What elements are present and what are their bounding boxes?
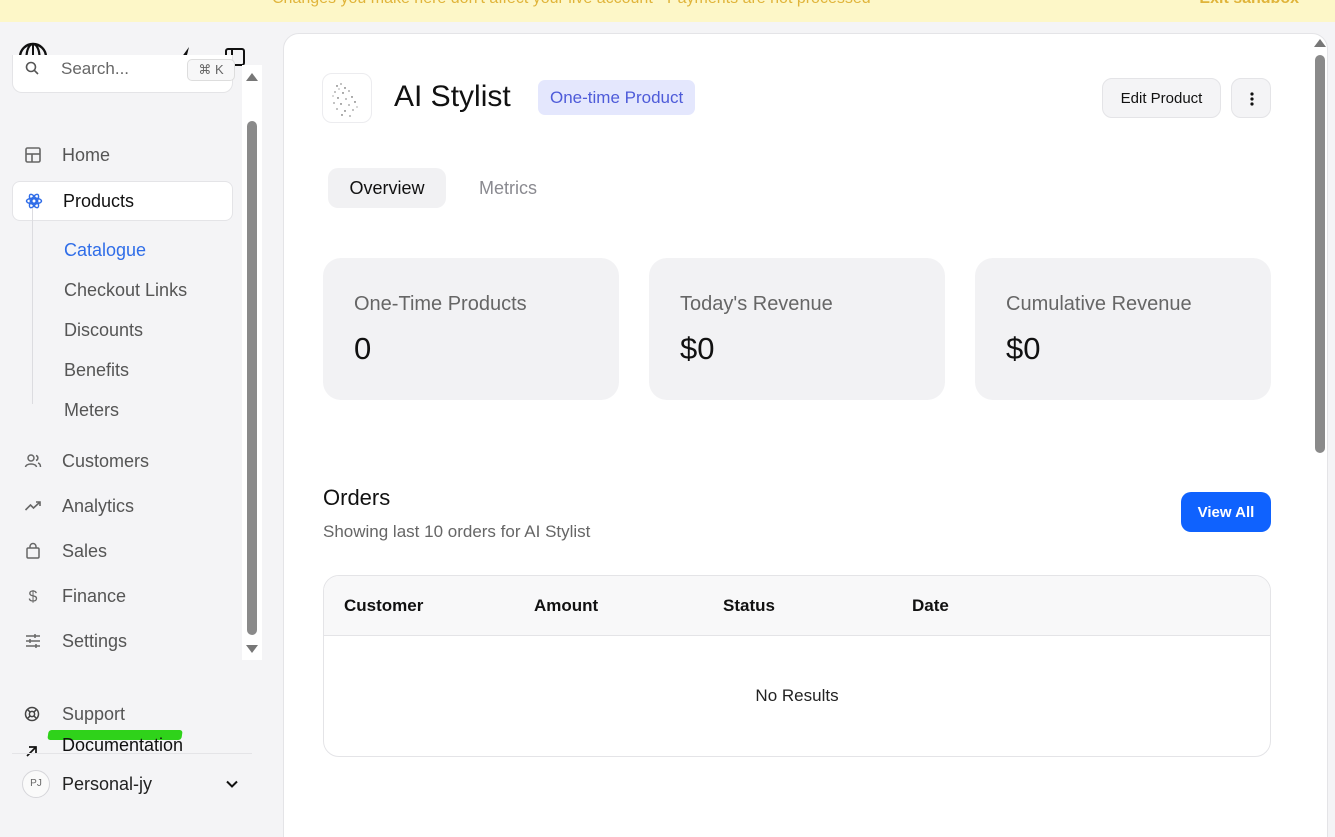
analytics-icon xyxy=(24,501,41,511)
stat-card-one-time-products: One-Time Products 0 xyxy=(323,258,619,400)
page-title: AI Stylist xyxy=(394,80,511,113)
subnav-item-catalogue[interactable]: Catalogue xyxy=(64,240,146,261)
column-header-customer[interactable]: Customer xyxy=(344,596,423,616)
home-icon xyxy=(25,147,41,163)
sales-icon xyxy=(26,542,40,559)
sidebar-item-finance[interactable]: $ Finance xyxy=(12,576,233,616)
product-type-badge: One-time Product xyxy=(538,80,696,115)
column-header-amount[interactable]: Amount xyxy=(534,596,598,616)
subnav-item-discounts[interactable]: Discounts xyxy=(64,320,143,341)
sidebar-item-label: Support xyxy=(62,703,126,724)
sidebar-item-label: Settings xyxy=(62,630,128,651)
sidebar-divider xyxy=(12,753,252,754)
exit-sandbox-link[interactable]: Exit sandbox xyxy=(1199,0,1299,8)
column-header-status[interactable]: Status xyxy=(723,596,775,616)
sandbox-banner-message: Changes you make here don't affect your … xyxy=(272,0,871,8)
stat-label: Cumulative Revenue xyxy=(1006,293,1192,315)
stat-label: One-Time Products xyxy=(354,293,527,315)
orders-subtitle: Showing last 10 orders for AI Stylist xyxy=(323,522,591,541)
sidebar-scrollbar[interactable] xyxy=(242,65,262,660)
stat-value: $0 xyxy=(1006,331,1041,366)
chevron-down-icon xyxy=(226,780,238,788)
column-header-date[interactable]: Date xyxy=(912,596,949,616)
search-input[interactable] xyxy=(61,59,171,79)
sidebar-item-label: Finance xyxy=(62,585,127,606)
sidebar-item-settings[interactable]: Settings xyxy=(12,621,233,661)
orders-table: Customer Amount Status Date No Results xyxy=(323,575,1271,757)
product-thumbnail-dots-icon xyxy=(332,83,358,117)
sidebar-item-label: Customers xyxy=(62,450,150,471)
customers-icon xyxy=(24,454,42,468)
tab-overview[interactable]: Overview xyxy=(328,168,446,208)
subnav-item-benefits[interactable]: Benefits xyxy=(64,360,129,381)
scroll-up-arrow-icon[interactable] xyxy=(246,73,258,81)
scroll-up-arrow-icon[interactable] xyxy=(1314,39,1326,47)
settings-icon xyxy=(26,634,40,648)
sidebar-item-label: Analytics xyxy=(62,495,135,516)
sidebar-item-analytics[interactable]: Analytics xyxy=(12,486,233,526)
products-subnav xyxy=(32,208,232,404)
sidebar-scrollbar-thumb[interactable] xyxy=(247,121,257,635)
search-shortcut-badge: ⌘ K xyxy=(187,59,235,81)
support-icon xyxy=(24,706,40,722)
finance-icon: $ xyxy=(29,589,38,606)
sidebar-item-home[interactable]: Home xyxy=(12,135,233,175)
scroll-down-arrow-icon[interactable] xyxy=(246,645,258,653)
tab-metrics[interactable]: Metrics xyxy=(458,168,558,208)
subnav-item-meters[interactable]: Meters xyxy=(64,400,119,421)
avatar: PJ xyxy=(22,770,50,798)
view-all-orders-button[interactable]: View All xyxy=(1181,492,1271,532)
external-link-arrow-icon xyxy=(26,746,37,757)
sidebar-item-support[interactable]: Support xyxy=(12,699,233,729)
subnav-item-checkout-links[interactable]: Checkout Links xyxy=(64,280,187,301)
orders-title: Orders xyxy=(323,485,391,510)
stat-value: 0 xyxy=(354,331,372,366)
account-switcher[interactable]: PJ Personal-jy xyxy=(12,768,244,800)
stat-card-cumulative-revenue: Cumulative Revenue $0 xyxy=(975,258,1271,400)
sidebar-item-label: Sales xyxy=(62,540,108,561)
stat-value: $0 xyxy=(680,331,715,366)
main-scrollbar-thumb[interactable] xyxy=(1315,55,1325,453)
orders-table-header: Customer Amount Status Date xyxy=(324,576,1270,636)
sidebar-item-customers[interactable]: Customers xyxy=(12,441,233,481)
search-icon xyxy=(25,61,39,75)
product-thumbnail xyxy=(322,73,372,123)
svg-text:$: $ xyxy=(29,589,38,606)
sidebar-item-documentation[interactable]: Documentation xyxy=(12,735,233,766)
account-name: Personal-jy xyxy=(62,773,153,794)
sidebar-item-label: Home xyxy=(62,144,111,165)
orders-empty-state: No Results xyxy=(755,686,839,705)
stat-label: Today's Revenue xyxy=(680,293,833,315)
main-scrollbar[interactable] xyxy=(1310,35,1330,837)
more-vertical-icon xyxy=(1250,92,1254,106)
search-box[interactable]: ⌘ K xyxy=(12,55,235,93)
sandbox-banner: Changes you make here don't affect your … xyxy=(0,0,1335,22)
edit-product-button[interactable]: Edit Product xyxy=(1102,78,1221,118)
sidebar-item-sales[interactable]: Sales xyxy=(12,531,233,571)
more-options-button[interactable] xyxy=(1231,78,1271,118)
stat-card-todays-revenue: Today's Revenue $0 xyxy=(649,258,945,400)
